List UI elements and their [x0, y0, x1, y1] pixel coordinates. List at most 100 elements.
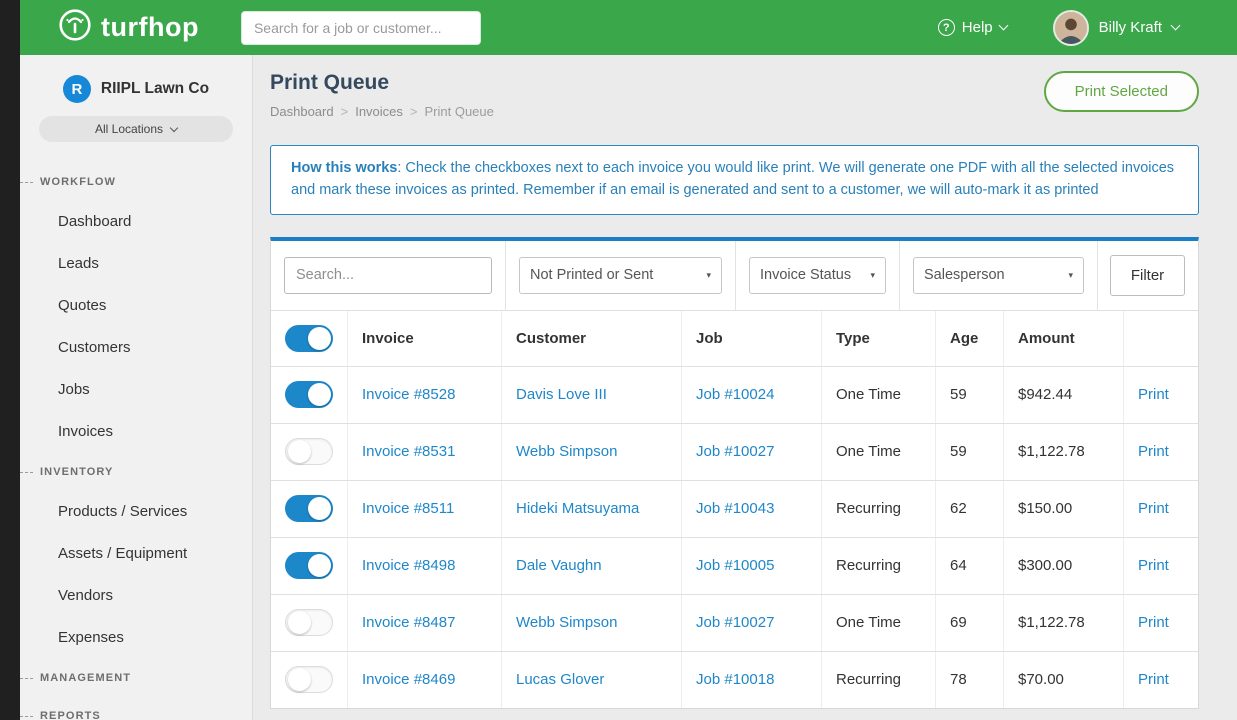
- print-link[interactable]: Print: [1138, 443, 1169, 460]
- customer-link[interactable]: Lucas Glover: [516, 671, 604, 688]
- how-this-works-text: : Check the checkboxes next to each invo…: [291, 160, 1174, 198]
- breadcrumb-dashboard[interactable]: Dashboard: [270, 104, 334, 119]
- sidebar-section-workflow: WORKFLOW: [20, 176, 252, 188]
- invoice-link[interactable]: Invoice #8528: [362, 386, 455, 403]
- col-header-job: Job: [682, 311, 822, 366]
- sidebar-item-dashboard[interactable]: Dashboard: [20, 200, 252, 242]
- age-cell: 78: [936, 652, 1004, 708]
- print-link[interactable]: Print: [1138, 671, 1169, 688]
- row-select-toggle[interactable]: [285, 666, 333, 693]
- row-select-toggle[interactable]: [285, 609, 333, 636]
- invoice-link[interactable]: Invoice #8487: [362, 614, 455, 631]
- type-cell: Recurring: [822, 652, 936, 708]
- job-link[interactable]: Job #10024: [696, 386, 774, 403]
- how-this-works-note: How this works: Check the checkboxes nex…: [270, 145, 1199, 215]
- breadcrumb-invoices[interactable]: Invoices: [355, 104, 403, 119]
- age-cell: 59: [936, 424, 1004, 480]
- breadcrumb: Dashboard > Invoices > Print Queue: [270, 104, 494, 119]
- amount-cell: $942.44: [1004, 367, 1124, 423]
- sidebar-item-quotes[interactable]: Quotes: [20, 284, 252, 326]
- invoice-rows: Invoice #8528 Davis Love III Job #10024 …: [271, 366, 1198, 708]
- turfhop-logo-icon: [58, 8, 92, 47]
- row-select-toggle[interactable]: [285, 438, 333, 465]
- job-link[interactable]: Job #10005: [696, 557, 774, 574]
- row-select-toggle[interactable]: [285, 552, 333, 579]
- type-cell: Recurring: [822, 538, 936, 594]
- avatar: [1053, 10, 1089, 46]
- toggle-knob: [288, 668, 311, 691]
- job-link[interactable]: Job #10043: [696, 500, 774, 517]
- amount-cell: $1,122.78: [1004, 424, 1124, 480]
- invoice-link[interactable]: Invoice #8511: [362, 500, 454, 517]
- toggle-knob: [288, 611, 311, 634]
- filter-bar: Not Printed or Sent ▾ Invoice Status ▾: [271, 241, 1198, 310]
- chevron-down-icon: [1171, 21, 1181, 31]
- print-queue-card: Not Printed or Sent ▾ Invoice Status ▾: [270, 237, 1199, 709]
- topbar: turfhop ? Help Bil: [20, 0, 1237, 55]
- job-link[interactable]: Job #10027: [696, 443, 774, 460]
- main-content: Print Queue Dashboard > Invoices > Print…: [253, 55, 1237, 720]
- left-edge-strip: [0, 0, 20, 720]
- table-row: Invoice #8528 Davis Love III Job #10024 …: [271, 366, 1198, 423]
- select-all-toggle[interactable]: [285, 325, 333, 352]
- toggle-knob: [308, 497, 331, 520]
- sidebar-item-leads[interactable]: Leads: [20, 242, 252, 284]
- customer-link[interactable]: Hideki Matsuyama: [516, 500, 639, 517]
- locations-dropdown[interactable]: All Locations: [39, 116, 233, 142]
- sidebar-section-reports: REPORTS: [20, 710, 252, 720]
- print-link[interactable]: Print: [1138, 557, 1169, 574]
- user-name: Billy Kraft: [1099, 19, 1162, 36]
- company-name: RIIPL Lawn Co: [101, 80, 209, 98]
- amount-cell: $70.00: [1004, 652, 1124, 708]
- print-link[interactable]: Print: [1138, 614, 1169, 631]
- app-root: turfhop ? Help Bil: [0, 0, 1237, 720]
- table-row: Invoice #8487 Webb Simpson Job #10027 On…: [271, 594, 1198, 651]
- sidebar-item-customers[interactable]: Customers: [20, 326, 252, 368]
- sidebar-item-products-services[interactable]: Products / Services: [20, 490, 252, 532]
- customer-link[interactable]: Davis Love III: [516, 386, 607, 403]
- print-link[interactable]: Print: [1138, 500, 1169, 517]
- user-menu[interactable]: Billy Kraft: [1053, 10, 1179, 46]
- age-cell: 59: [936, 367, 1004, 423]
- col-header-invoice: Invoice: [348, 311, 502, 366]
- col-header-print: [1124, 311, 1198, 366]
- type-cell: Recurring: [822, 481, 936, 537]
- table-search-input[interactable]: [284, 257, 492, 294]
- invoice-status-dropdown[interactable]: Invoice Status ▾: [749, 257, 886, 294]
- page-title: Print Queue: [270, 71, 494, 95]
- sidebar-item-jobs[interactable]: Jobs: [20, 368, 252, 410]
- row-select-toggle[interactable]: [285, 381, 333, 408]
- brand[interactable]: turfhop: [58, 8, 199, 47]
- amount-cell: $300.00: [1004, 538, 1124, 594]
- filter-button[interactable]: Filter: [1110, 255, 1185, 296]
- chevron-down-icon: [998, 21, 1008, 31]
- sidebar-item-expenses[interactable]: Expenses: [20, 616, 252, 658]
- sidebar: R RIIPL Lawn Co All Locations WORKFLOW D…: [20, 55, 253, 720]
- job-link[interactable]: Job #10027: [696, 614, 774, 631]
- invoice-link[interactable]: Invoice #8469: [362, 671, 455, 688]
- customer-link[interactable]: Dale Vaughn: [516, 557, 602, 574]
- customer-link[interactable]: Webb Simpson: [516, 443, 617, 460]
- invoice-link[interactable]: Invoice #8498: [362, 557, 455, 574]
- help-menu[interactable]: ? Help: [938, 19, 1007, 36]
- type-cell: One Time: [822, 367, 936, 423]
- breadcrumb-separator: >: [341, 104, 349, 119]
- global-search-input[interactable]: [241, 11, 481, 45]
- row-select-toggle[interactable]: [285, 495, 333, 522]
- invoice-link[interactable]: Invoice #8531: [362, 443, 455, 460]
- breadcrumb-print-queue: Print Queue: [425, 104, 494, 119]
- customer-link[interactable]: Webb Simpson: [516, 614, 617, 631]
- brand-name: turfhop: [101, 12, 199, 43]
- salesperson-dropdown[interactable]: Salesperson ▾: [913, 257, 1084, 294]
- print-selected-button[interactable]: Print Selected: [1044, 71, 1199, 112]
- chevron-down-icon: ▾: [1068, 270, 1073, 281]
- chevron-down-icon: [170, 123, 178, 131]
- print-link[interactable]: Print: [1138, 386, 1169, 403]
- type-cell: One Time: [822, 595, 936, 651]
- sidebar-item-assets-equipment[interactable]: Assets / Equipment: [20, 532, 252, 574]
- sidebar-item-vendors[interactable]: Vendors: [20, 574, 252, 616]
- job-link[interactable]: Job #10018: [696, 671, 774, 688]
- sidebar-item-invoices[interactable]: Invoices: [20, 410, 252, 452]
- help-icon: ?: [938, 19, 955, 36]
- printed-status-dropdown[interactable]: Not Printed or Sent ▾: [519, 257, 722, 294]
